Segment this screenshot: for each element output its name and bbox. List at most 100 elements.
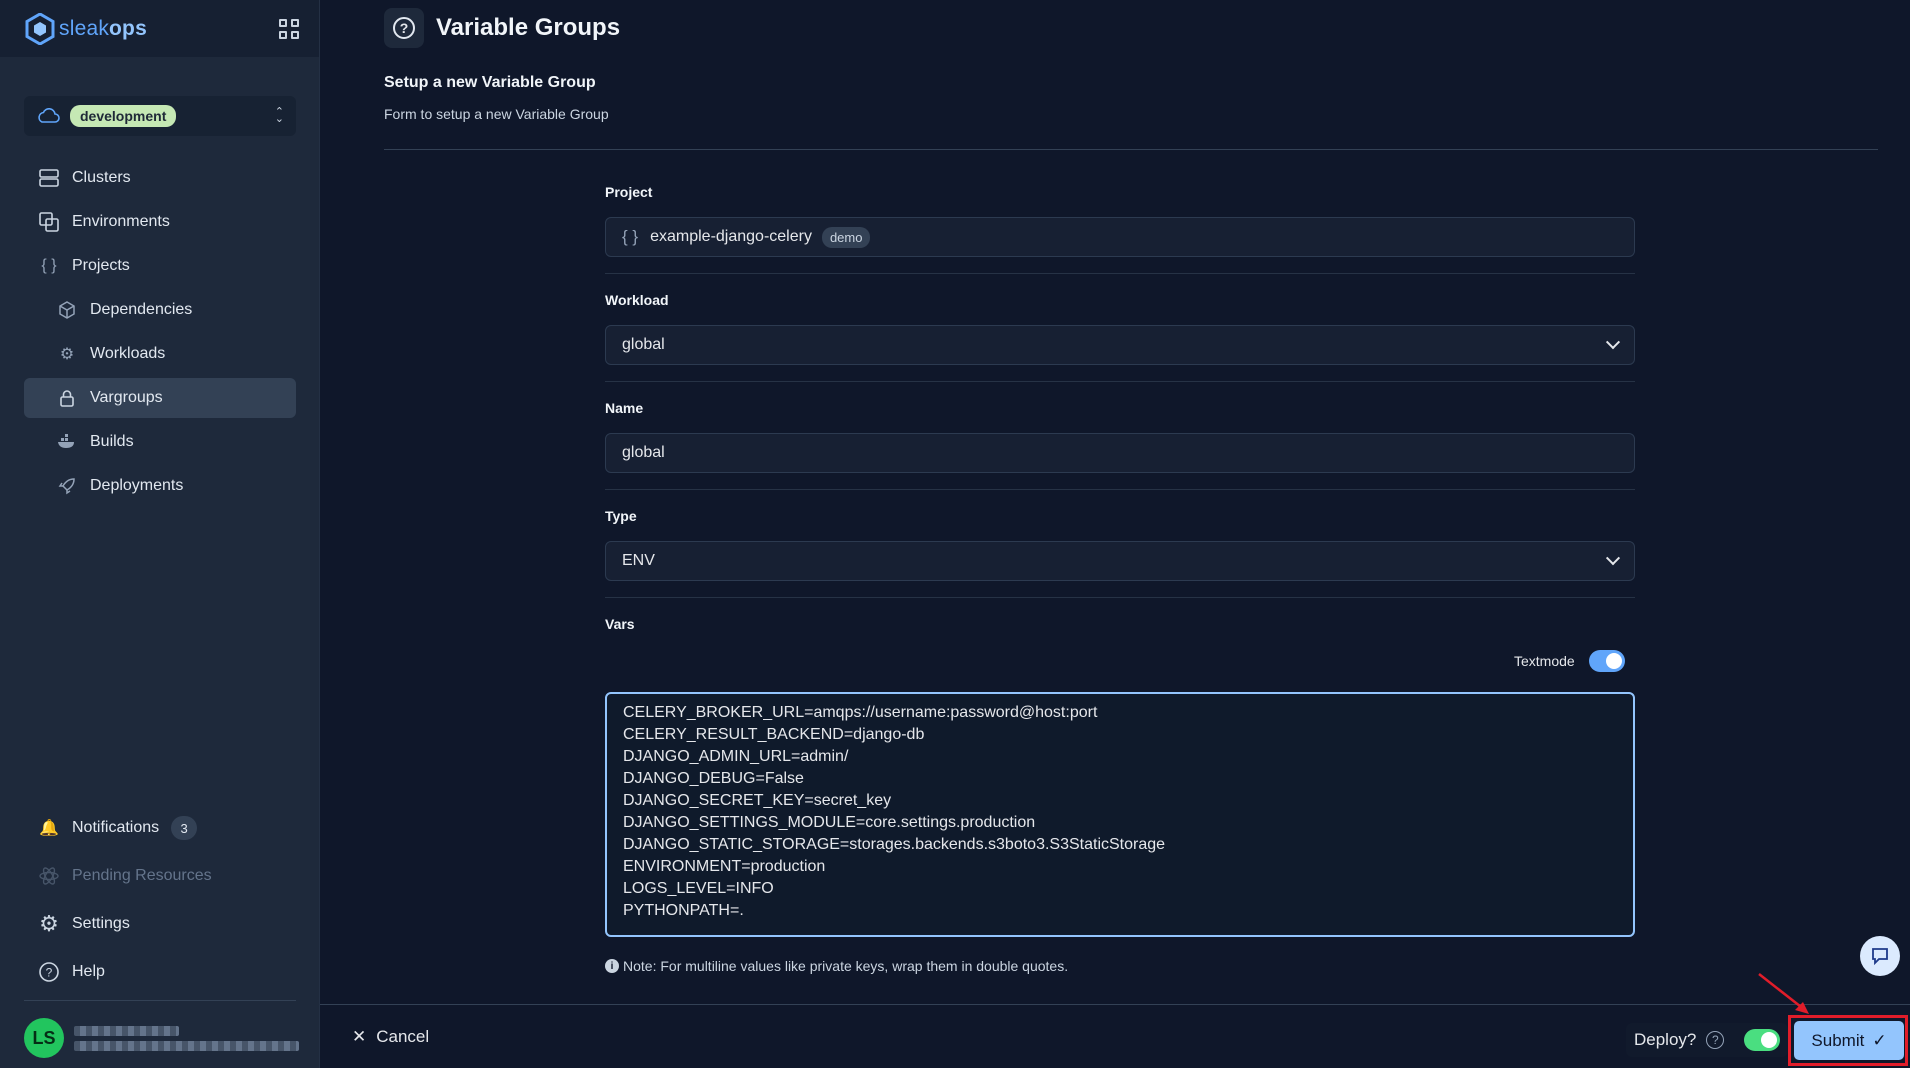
page-help-button[interactable]: ? xyxy=(384,8,424,48)
braces-icon: { } xyxy=(622,227,639,246)
note-text: Note: For multiline values like private … xyxy=(623,958,1069,974)
help-circle-icon[interactable]: ? xyxy=(1706,1031,1725,1049)
sidebar-item-label: Pending Resources xyxy=(72,867,212,884)
cloud-icon xyxy=(38,108,60,123)
chevron-down-icon xyxy=(1605,335,1621,350)
textmode-toggle[interactable] xyxy=(1588,650,1625,672)
sleakops-logo-icon xyxy=(25,12,55,45)
gears-icon: ⚙ xyxy=(59,346,75,363)
lock-icon xyxy=(56,387,78,409)
sidebar-item-clusters[interactable]: Clusters xyxy=(24,158,296,198)
vars-label: Vars xyxy=(605,616,635,632)
name-value: global xyxy=(622,444,665,461)
svg-text:?: ? xyxy=(46,966,53,980)
bell-icon: 🔔 xyxy=(39,820,59,837)
close-icon: ✕ xyxy=(352,1027,367,1046)
environment-selector[interactable]: development ⌃ ⌄ xyxy=(24,96,296,136)
page-header: ? Variable Groups xyxy=(384,8,620,48)
sidebar-item-workloads[interactable]: ⚙ Workloads xyxy=(24,334,296,374)
sidebar-item-label: Help xyxy=(72,963,105,980)
environment-badge: development xyxy=(70,105,177,127)
notifications-count-badge: 3 xyxy=(171,816,198,840)
info-icon: i xyxy=(605,959,619,973)
type-select[interactable]: ENV xyxy=(605,541,1635,581)
red-arrow-annotation xyxy=(1758,973,1809,1014)
deploy-control: Deploy? ? xyxy=(1626,1023,1789,1057)
submit-button[interactable]: Submit ✓ xyxy=(1794,1021,1904,1060)
sidebar-item-label: Clusters xyxy=(72,169,131,186)
redacted-user-info xyxy=(74,1021,299,1056)
sidebar-item-builds[interactable]: Builds xyxy=(24,422,296,462)
sidebar-nav: Clusters Environments { } Projects Depen… xyxy=(24,158,296,510)
sidebar-item-label: Deployments xyxy=(90,477,184,494)
cancel-label: Cancel xyxy=(376,1027,430,1046)
gear-icon: ⚙ xyxy=(39,911,59,936)
field-divider xyxy=(605,381,1635,382)
chevron-down-icon xyxy=(1605,551,1621,566)
sidebar-item-label: Notifications xyxy=(72,819,160,836)
user-profile[interactable]: LS xyxy=(24,1018,299,1058)
workload-value: global xyxy=(622,336,665,353)
sidebar-item-help[interactable]: ? Help xyxy=(24,952,296,992)
chat-support-button[interactable] xyxy=(1860,936,1900,976)
sidebar-item-notifications[interactable]: 🔔 Notifications 3 xyxy=(24,808,296,848)
sidebar-item-label: Projects xyxy=(72,257,130,274)
form-footer: ✕ Cancel Deploy? ? Submit ✓ xyxy=(320,1004,1910,1068)
form-subtitle: Form to setup a new Variable Group xyxy=(384,106,609,122)
avatar: LS xyxy=(24,1018,64,1058)
name-input[interactable]: global xyxy=(605,433,1635,473)
sidebar-divider xyxy=(24,1000,296,1001)
workload-label: Workload xyxy=(605,292,669,308)
sidebar-item-pending-resources[interactable]: Pending Resources xyxy=(24,856,296,896)
vars-textarea[interactable]: CELERY_BROKER_URL=amqps://username:passw… xyxy=(605,692,1635,937)
server-icon xyxy=(38,167,60,189)
check-icon: ✓ xyxy=(1872,1030,1887,1050)
atom-icon xyxy=(38,865,60,887)
submit-label: Submit xyxy=(1811,1030,1865,1050)
field-divider xyxy=(605,597,1635,598)
project-value: example-django-celery xyxy=(650,228,812,245)
sidebar-bottom-nav: 🔔 Notifications 3 Pending Resources ⚙ Se… xyxy=(24,808,296,1000)
logo-text: sleakops xyxy=(59,16,147,40)
sidebar-header: sleakops xyxy=(0,0,319,57)
deploy-toggle[interactable] xyxy=(1744,1029,1781,1051)
field-divider xyxy=(605,489,1635,490)
page-title: Variable Groups xyxy=(436,14,621,41)
rocket-icon xyxy=(56,475,78,497)
field-divider xyxy=(605,273,1635,274)
sidebar-item-environments[interactable]: Environments xyxy=(24,202,296,242)
sidebar-item-label: Environments xyxy=(72,213,170,230)
sidebar-item-label: Vargroups xyxy=(90,389,163,406)
sidebar-item-settings[interactable]: ⚙ Settings xyxy=(24,904,296,944)
cancel-button[interactable]: ✕ Cancel xyxy=(352,1027,429,1047)
project-badge: demo xyxy=(821,226,871,248)
type-value: ENV xyxy=(622,552,655,569)
sidebar-item-projects[interactable]: { } Projects xyxy=(24,246,296,286)
project-field[interactable]: { } example-django-celery demo xyxy=(605,217,1635,257)
sidebar-item-label: Workloads xyxy=(90,345,166,362)
sidebar: sleakops development ⌃ ⌄ Clusters Environ… xyxy=(0,0,320,1068)
braces-icon: { } xyxy=(41,257,57,274)
chat-icon xyxy=(1872,948,1888,966)
textmode-control: Textmode xyxy=(1514,650,1625,672)
vars-note: i Note: For multiline values like privat… xyxy=(605,958,1068,974)
workload-select[interactable]: global xyxy=(605,325,1635,365)
deploy-label: Deploy? xyxy=(1634,1030,1697,1049)
copy-icon xyxy=(38,211,60,233)
form-title: Setup a new Variable Group xyxy=(384,74,596,91)
sidebar-item-deployments[interactable]: Deployments xyxy=(24,466,296,506)
chevron-updown-icon: ⌃ ⌄ xyxy=(274,106,284,125)
question-icon: ? xyxy=(393,17,415,39)
apps-grid-icon[interactable] xyxy=(279,18,299,39)
sidebar-item-vargroups[interactable]: Vargroups xyxy=(24,378,296,418)
project-label: Project xyxy=(605,184,653,200)
docker-icon xyxy=(56,431,78,453)
name-label: Name xyxy=(605,400,644,416)
logo[interactable]: sleakops xyxy=(25,12,147,45)
textmode-label: Textmode xyxy=(1514,653,1575,669)
cube-icon xyxy=(56,299,78,321)
sidebar-item-label: Settings xyxy=(72,915,130,932)
sidebar-item-dependencies[interactable]: Dependencies xyxy=(24,290,296,330)
help-circle-icon: ? xyxy=(38,961,60,983)
header-divider xyxy=(384,149,1878,150)
